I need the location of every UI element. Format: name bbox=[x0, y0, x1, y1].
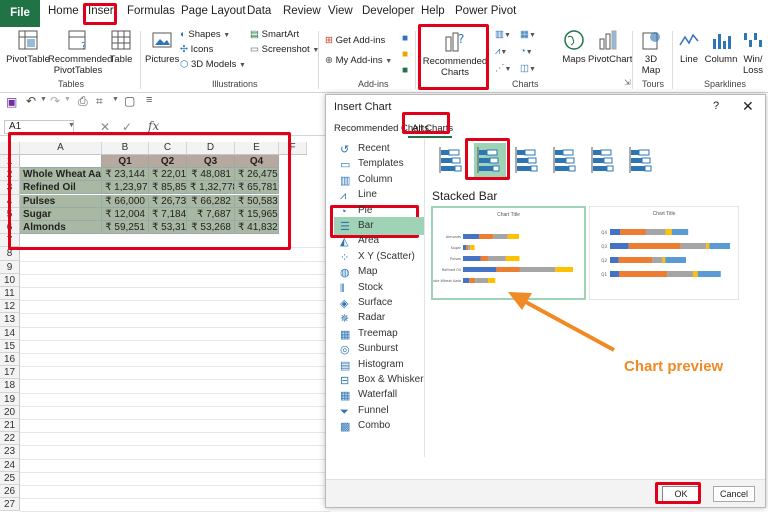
chart-type-label: Box & Whisker bbox=[358, 374, 424, 385]
chart-type-area[interactable]: ◭ Area bbox=[340, 235, 380, 249]
chart-type-histogram[interactable]: ▤ Histogram bbox=[340, 358, 404, 372]
line-icon: ⩘ bbox=[340, 190, 347, 203]
chart-type-label: Column bbox=[358, 173, 393, 185]
chart-type-label: Funnel bbox=[358, 404, 389, 416]
chart-type-sunburst[interactable]: ◎ Sunburst bbox=[340, 343, 399, 357]
area-icon: ◭ bbox=[340, 236, 349, 249]
chart-type-templates[interactable]: ▭ Templates bbox=[340, 158, 404, 172]
sunburst-icon: ◎ bbox=[340, 344, 350, 357]
chart-type-label: Pie bbox=[358, 204, 373, 216]
chart-type-label: Sunburst bbox=[358, 343, 399, 355]
stock-icon: ⫴ bbox=[340, 282, 345, 295]
chart-type-column[interactable]: ▥ Column bbox=[340, 173, 393, 187]
chart-type-box-whisker[interactable]: ⊟ Box & Whisker bbox=[340, 374, 424, 387]
pie-icon: ◔ bbox=[340, 205, 347, 218]
chart-type-label: Templates bbox=[358, 158, 404, 170]
map-icon: ◍ bbox=[340, 267, 350, 280]
waterfall-icon: ▦ bbox=[340, 390, 351, 403]
chart-type-label: Histogram bbox=[358, 358, 404, 370]
treemap-icon: ▦ bbox=[340, 328, 351, 341]
combo-icon: ▩ bbox=[340, 421, 351, 434]
chart-type-line[interactable]: ⩘ Line bbox=[340, 189, 377, 203]
chart-type-radar[interactable]: ✵ Radar bbox=[340, 312, 386, 326]
chart-type-waterfall[interactable]: ▦ Waterfall bbox=[340, 389, 398, 403]
chart-type-combo[interactable]: ▩ Combo bbox=[340, 420, 391, 434]
chart-type-surface[interactable]: ◈ Surface bbox=[340, 297, 393, 310]
annotation-label: Chart preview bbox=[624, 358, 724, 375]
chart-type-funnel[interactable]: ⏷ Funnel bbox=[340, 404, 389, 418]
chart-type-map[interactable]: ◍ Map bbox=[340, 266, 378, 280]
chart-type-label: Surface bbox=[358, 297, 393, 308]
radar-icon: ✵ bbox=[340, 313, 350, 326]
chart-type-label: Radar bbox=[358, 312, 386, 324]
chart-type-label: Bar bbox=[358, 220, 374, 231]
funnel-icon: ⏷ bbox=[340, 405, 349, 418]
chart-type-bar[interactable]: ☰ Bar bbox=[340, 220, 374, 233]
recent-icon: ↺ bbox=[340, 144, 350, 156]
surface-icon: ◈ bbox=[340, 298, 349, 310]
chart-type-stock[interactable]: ⫴ Stock bbox=[340, 281, 384, 295]
arrow-shaft bbox=[521, 298, 615, 352]
bar-icon: ☰ bbox=[340, 221, 350, 233]
chart-type-recent[interactable]: ↺ Recent bbox=[340, 143, 390, 156]
chart-type-label: Map bbox=[358, 266, 378, 278]
chart-type-label: Line bbox=[358, 189, 377, 201]
chart-type-label: Combo bbox=[358, 420, 391, 432]
chart-type-pie[interactable]: ◔ Pie bbox=[340, 204, 373, 218]
chart-type-label: Treemap bbox=[358, 327, 398, 339]
templates-icon: ▭ bbox=[340, 159, 351, 172]
chart-type-label: X Y (Scatter) bbox=[358, 250, 415, 262]
x-y-scatter-icon: ⁘ bbox=[340, 251, 350, 264]
box-whisker-icon: ⊟ bbox=[340, 375, 350, 387]
chart-type-label: Recent bbox=[358, 143, 390, 154]
chart-type-label: Waterfall bbox=[358, 389, 398, 401]
chart-type-label: Area bbox=[358, 235, 380, 247]
column-icon: ▥ bbox=[340, 174, 351, 187]
chart-type-label: Stock bbox=[358, 281, 384, 293]
chart-type-treemap[interactable]: ▦ Treemap bbox=[340, 327, 398, 341]
arrow-head bbox=[508, 292, 532, 310]
histogram-icon: ▤ bbox=[340, 359, 351, 372]
chart-type-x-y-scatter[interactable]: ⁘ X Y (Scatter) bbox=[340, 250, 415, 264]
